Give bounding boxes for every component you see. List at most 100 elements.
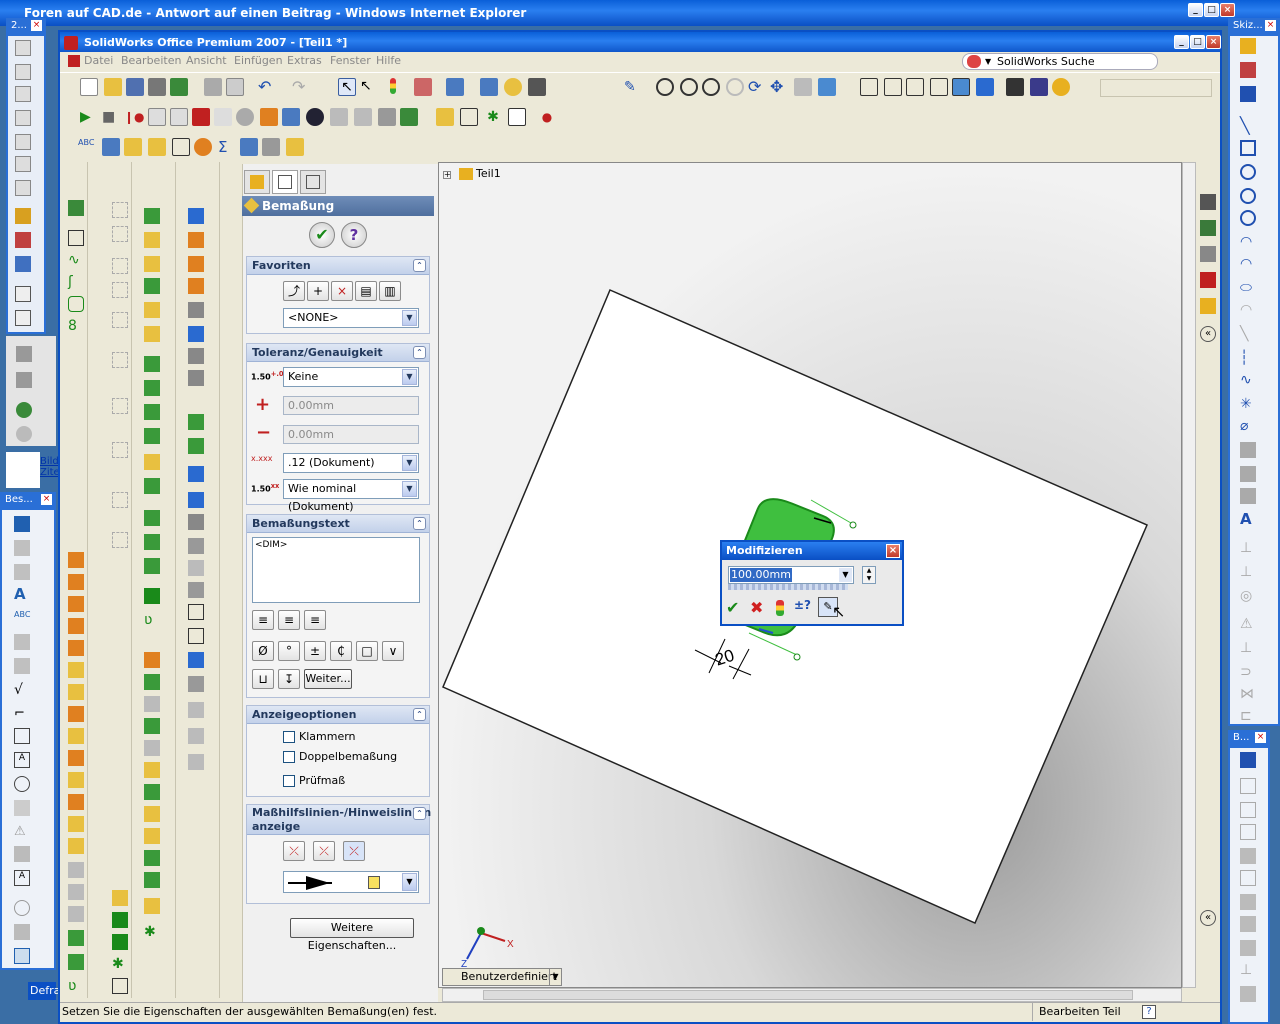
lower-tolerance-input[interactable]: 0.00mm [283,425,419,444]
sheetmetal-icon[interactable] [68,862,84,878]
macro-x-icon[interactable] [192,108,210,126]
surface-icon[interactable] [188,438,204,454]
tool-icon[interactable] [16,346,32,362]
back-view-icon[interactable] [15,64,31,80]
tool-icon[interactable] [112,978,128,994]
sheetmetal-icon[interactable] [68,772,84,788]
section-view-icon[interactable] [1030,78,1048,96]
tool-icon[interactable] [144,828,160,844]
zoom-selection-icon[interactable] [726,78,744,96]
stop-icon[interactable]: ■ [102,108,120,126]
bemtext-header[interactable]: Bemaßungstext ⌃ [247,515,429,533]
window-icon[interactable] [15,286,31,302]
favoriten-select[interactable]: <NONE> ▼ [283,308,419,328]
tool-icon[interactable] [144,784,160,800]
surface-icon[interactable] [188,514,204,530]
relation2-icon[interactable]: ⊥ [1240,564,1256,580]
help-icon[interactable] [504,78,522,96]
annotation-icon[interactable] [14,564,30,580]
print2-icon[interactable] [204,78,222,96]
tool-icon[interactable] [188,652,204,668]
macro-icon[interactable] [378,108,396,126]
camera-icon[interactable] [528,78,546,96]
menu-datei[interactable]: Datei [84,52,113,70]
surface-icon[interactable] [188,560,204,576]
menu-extras[interactable]: Extras [287,52,322,70]
search-input[interactable]: ▼ SolidWorks Suche [962,53,1158,70]
open-icon[interactable] [104,78,122,96]
surface-icon[interactable] [188,232,204,248]
measure-icon[interactable] [102,138,120,156]
pattern3-icon[interactable] [1240,488,1256,504]
loft-icon[interactable] [144,302,160,318]
fav-delete-icon[interactable]: × [331,281,353,301]
spell-icon[interactable]: ABC [78,138,96,156]
roll-icon[interactable] [794,78,812,96]
shell-icon[interactable] [144,404,160,420]
warning-icon[interactable]: ⚠ [1240,616,1256,632]
view-orientation-dropdown[interactable]: Benutzerdefiniert ▼ [442,968,562,986]
pattern-icon[interactable] [1240,442,1256,458]
options-icon[interactable] [446,78,464,96]
save-icon[interactable] [126,78,144,96]
sketch-icon[interactable] [15,208,31,224]
centerline-icon[interactable]: ┆ [1240,350,1256,366]
close-icon[interactable]: × [1265,20,1276,31]
ok-button[interactable]: ✔ [309,222,335,248]
dim-icon[interactable]: ⊥ [1240,962,1256,978]
square-icon[interactable]: □ [356,641,378,661]
scale-icon[interactable] [124,138,142,156]
sheetmetal-icon[interactable] [68,640,84,656]
shaded-edges-icon[interactable] [930,78,948,96]
tool-icon[interactable] [262,138,280,156]
play-icon[interactable]: ▶ [80,108,98,126]
sheetmetal-icon[interactable] [68,794,84,810]
thumbwheel[interactable] [728,584,848,590]
dim-icon[interactable] [1240,986,1256,1002]
macro-icon[interactable] [236,108,254,126]
arc-disabled-icon[interactable]: ◠ [1240,302,1256,318]
witness-line-icon[interactable]: ⤫ [283,841,305,861]
surface-icon[interactable] [188,370,204,386]
sketch-point[interactable] [849,521,857,529]
section-props-icon[interactable] [194,138,212,156]
sweep-icon[interactable] [144,278,160,294]
left-view-icon[interactable] [15,86,31,102]
palette-icon[interactable] [1200,298,1216,314]
block-icon[interactable]: A [14,870,30,886]
zoom-area-icon[interactable] [680,78,698,96]
spin-button[interactable]: ▲ ▼ [862,566,876,584]
shaded-icon[interactable] [952,78,970,96]
klammern-checkbox[interactable] [283,731,295,743]
masshilfslinien-header[interactable]: Maßhilfslinien-/Hinweislinien anzeige ⌃ [247,805,431,835]
dim-icon[interactable] [1240,778,1256,794]
shaded-solid-icon[interactable] [976,78,994,96]
centerline-icon[interactable]: ₵ [330,641,352,661]
tool-icon[interactable] [144,850,160,866]
new-icon[interactable] [80,78,98,96]
surface-icon[interactable] [188,326,204,342]
balloon-icon[interactable] [14,776,30,792]
preview-icon[interactable] [226,78,244,96]
rotate-icon[interactable]: ⟳ [748,78,766,96]
menu-einfuegen[interactable]: Einfügen [234,52,283,70]
home-icon[interactable] [1200,194,1216,210]
dim-tool-icon[interactable] [508,108,526,126]
right-view-icon[interactable] [15,110,31,126]
cut-icon[interactable] [144,232,160,248]
tool-icon[interactable] [112,934,128,950]
annotation-icon[interactable] [14,800,30,816]
sheetmetal-icon[interactable] [68,596,84,612]
collapse-icon[interactable]: ⌃ [413,346,426,359]
expand-left-icon[interactable]: « [1200,910,1216,926]
annotation-icon[interactable] [14,540,30,556]
maximize-button[interactable]: □ [1190,35,1205,49]
align-left-icon[interactable]: ≡ [252,610,274,630]
upper-tolerance-input[interactable]: 0.00mm [283,396,419,415]
pattern-icon[interactable] [144,510,160,526]
countersink-icon[interactable]: ∨ [382,641,404,661]
sheetmetal-icon[interactable] [68,816,84,832]
tool-icon[interactable] [112,912,128,928]
spell-icon[interactable]: ABC [14,610,30,626]
tool-icon[interactable] [144,762,160,778]
